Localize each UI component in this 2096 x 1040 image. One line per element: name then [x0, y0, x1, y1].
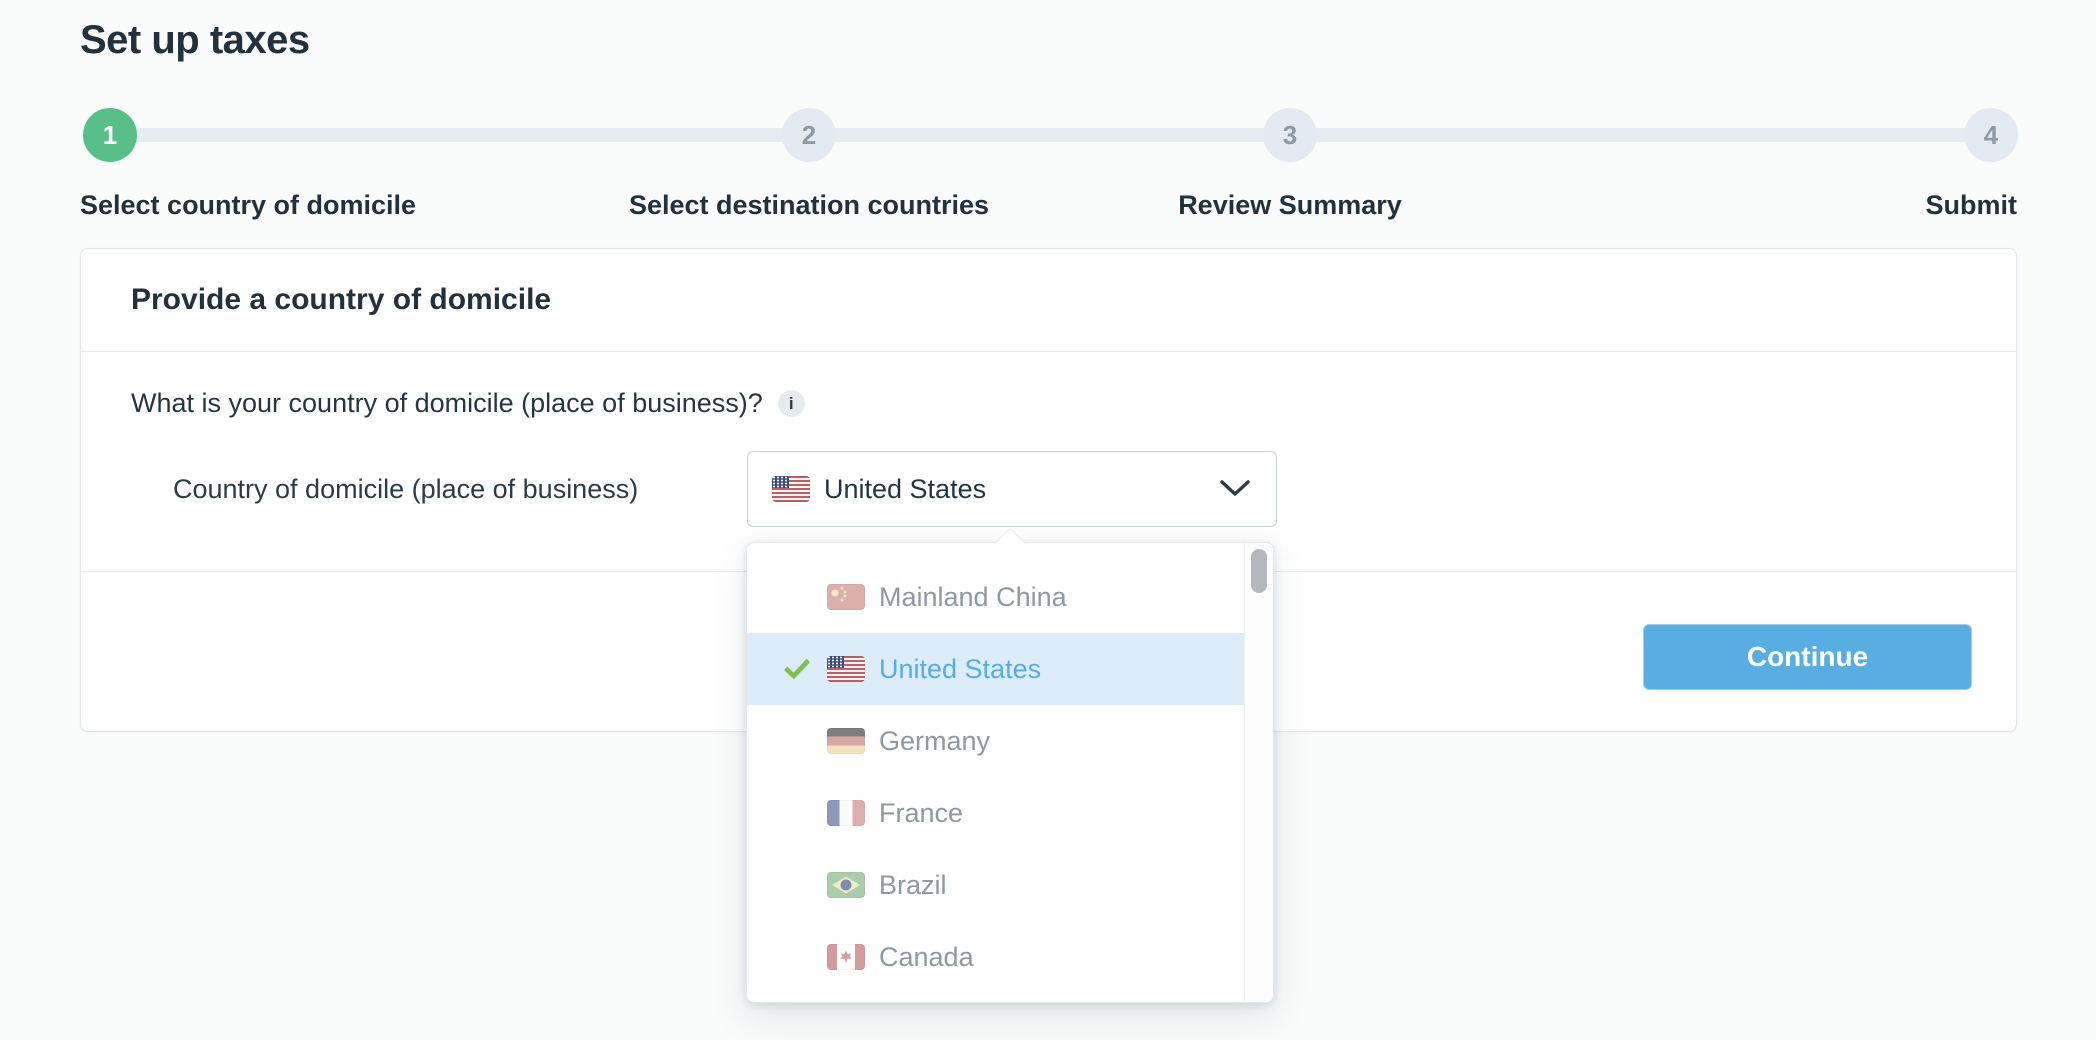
step-2-indicator: 2 — [782, 108, 836, 162]
step-4-label: Submit — [1717, 190, 2017, 221]
step-3-label: Review Summary — [990, 190, 1590, 221]
step-1-indicator: 1 — [83, 108, 137, 162]
country-select[interactable]: United States — [747, 451, 1277, 527]
country-dropdown: Mainland China United States Germany Fra… — [746, 542, 1274, 1003]
chevron-down-icon — [1220, 480, 1250, 498]
selected-country-value: United States — [824, 474, 986, 505]
question-row: What is your country of domicile (place … — [131, 388, 805, 419]
check-icon — [783, 582, 813, 612]
flag-icon — [827, 728, 865, 754]
country-option-us[interactable]: United States — [747, 633, 1244, 705]
flag-icon — [827, 584, 865, 610]
country-option-label: France — [879, 798, 963, 829]
country-option-label: Brazil — [879, 870, 947, 901]
country-option-label: Germany — [879, 726, 990, 757]
step-1-label: Select country of domicile — [80, 190, 416, 221]
setup-taxes-page: Set up taxes 1 2 3 4 Select country of d… — [0, 0, 2096, 1040]
question-text: What is your country of domicile (place … — [131, 388, 763, 419]
scrollbar-thumb[interactable] — [1251, 549, 1267, 593]
card-title: Provide a country of domicile — [131, 283, 551, 317]
flag-icon — [827, 872, 865, 898]
country-option-label: Canada — [879, 942, 974, 973]
country-option-de[interactable]: Germany — [747, 705, 1244, 777]
flag-icon — [827, 944, 865, 970]
country-option-cn[interactable]: Mainland China — [747, 561, 1244, 633]
check-icon — [783, 726, 813, 756]
step-3-indicator: 3 — [1263, 108, 1317, 162]
country-option-label: Mainland China — [879, 582, 1067, 613]
info-icon[interactable]: i — [778, 390, 805, 417]
check-icon — [783, 798, 813, 828]
card-header: Provide a country of domicile — [81, 249, 2016, 352]
country-option-br[interactable]: Brazil — [747, 849, 1244, 921]
country-option-label: United States — [879, 654, 1041, 685]
stepper: 1 2 3 4 Select country of domicile Selec… — [0, 0, 2096, 230]
continue-button[interactable]: Continue — [1643, 624, 1972, 690]
card-body: What is your country of domicile (place … — [81, 352, 2016, 571]
country-option-ca[interactable]: Canada — [747, 921, 1244, 993]
flag-icon — [827, 656, 865, 682]
selected-country-flag-icon — [772, 476, 810, 502]
country-option-fr[interactable]: France — [747, 777, 1244, 849]
field-label: Country of domicile (place of business) — [173, 474, 638, 505]
check-icon — [783, 654, 813, 684]
stepper-track — [110, 128, 1991, 142]
country-list: Mainland China United States Germany Fra… — [747, 543, 1244, 1002]
check-icon — [783, 942, 813, 972]
check-icon — [783, 870, 813, 900]
dropdown-scrollbar[interactable] — [1244, 543, 1273, 1002]
flag-icon — [827, 800, 865, 826]
step-4-indicator: 4 — [1964, 108, 2018, 162]
